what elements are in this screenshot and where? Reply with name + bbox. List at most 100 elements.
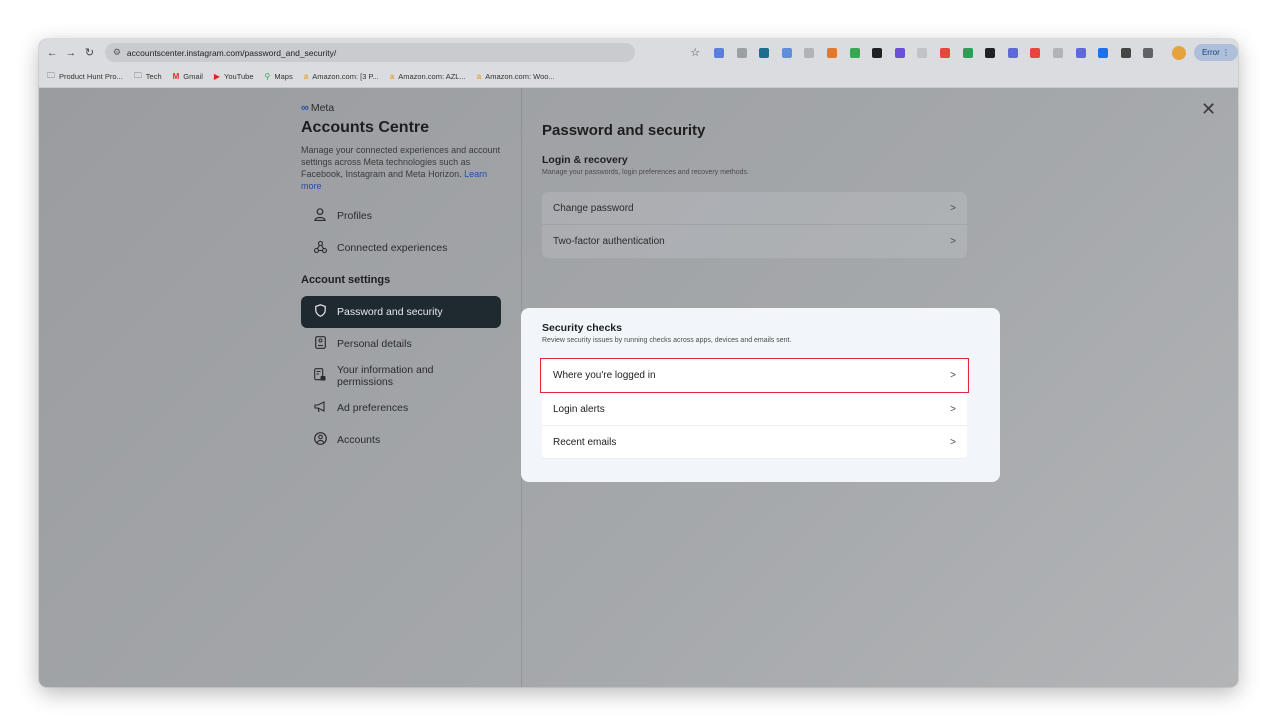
extension-icon[interactable] bbox=[1120, 47, 1131, 58]
extensions-row: ☆ Error ⋮ bbox=[690, 44, 1238, 61]
meta-logo: ∞ Meta bbox=[301, 102, 501, 114]
bookmark-label: YouTube bbox=[224, 72, 254, 81]
change-password-row[interactable]: Change password > bbox=[542, 192, 967, 225]
youtube-icon: ▶ bbox=[213, 72, 221, 81]
error-label: Error bbox=[1201, 48, 1220, 57]
account-circle-icon bbox=[313, 432, 327, 448]
login-recovery-section: Login & recovery Manage your passwords, … bbox=[542, 154, 749, 176]
id-card-icon bbox=[313, 336, 327, 352]
extension-icon[interactable] bbox=[940, 47, 951, 58]
row-label: Where you're logged in bbox=[553, 369, 656, 381]
extension-icon[interactable] bbox=[804, 47, 815, 58]
login-alerts-row[interactable]: Login alerts > bbox=[542, 393, 967, 426]
bookmark-item[interactable]: a Amazon.com: Woo... bbox=[477, 72, 555, 81]
sidebar-item-label: Accounts bbox=[337, 434, 381, 446]
security-checks-panel: Security checks Review security issues b… bbox=[521, 308, 1000, 482]
reload-icon[interactable]: ↻ bbox=[82, 45, 97, 61]
security-checks-card: Where you're logged in > Login alerts > … bbox=[540, 358, 969, 459]
sidebar-item-password-security[interactable]: Password and security bbox=[301, 296, 501, 328]
extension-icon[interactable] bbox=[1098, 47, 1109, 58]
amazon-icon: a bbox=[389, 72, 395, 81]
bookmark-item[interactable]: a Amazon.com: AZL... bbox=[390, 72, 466, 81]
extension-icon[interactable] bbox=[872, 47, 883, 58]
chevron-right-icon: > bbox=[950, 403, 956, 415]
extension-icon[interactable] bbox=[714, 47, 725, 58]
bookmark-label: Amazon.com: AZL... bbox=[398, 72, 466, 81]
where-logged-in-row[interactable]: Where you're logged in > bbox=[540, 358, 969, 393]
sidebar-item-ad-preferences[interactable]: Ad preferences bbox=[301, 392, 501, 424]
sidebar-description: Manage your connected experiences and ac… bbox=[301, 144, 501, 192]
sidebar-item-profiles[interactable]: Profiles bbox=[301, 200, 501, 232]
person-icon bbox=[313, 208, 327, 224]
extension-icon[interactable] bbox=[736, 47, 747, 58]
bookmark-item[interactable]: M Gmail bbox=[173, 72, 203, 81]
bookmark-item[interactable]: ⚲ Maps bbox=[265, 72, 293, 81]
section-page-title: Password and security bbox=[542, 122, 706, 139]
extension-icon[interactable] bbox=[827, 47, 838, 58]
extension-icon[interactable] bbox=[1030, 47, 1041, 58]
sidebar-item-accounts[interactable]: Accounts bbox=[301, 424, 501, 456]
row-label: Recent emails bbox=[553, 436, 617, 448]
bookmark-star-icon[interactable]: ☆ bbox=[690, 46, 700, 59]
sidebar-item-label: Your information and permissions bbox=[337, 364, 434, 388]
folder-icon: 🗀 bbox=[47, 70, 55, 80]
browser-window: ← → ↻ ⚙ accountscenter.instagram.com/pas… bbox=[39, 39, 1238, 687]
sidebar: ∞ Meta Accounts Centre Manage your conne… bbox=[301, 102, 501, 456]
extension-icon[interactable] bbox=[1075, 47, 1086, 58]
profile-avatar[interactable] bbox=[1171, 45, 1186, 60]
bookmark-label: Product Hunt Pro... bbox=[59, 72, 123, 81]
gmail-icon: M bbox=[172, 72, 180, 81]
extension-icon[interactable] bbox=[1143, 47, 1154, 58]
bookmark-item[interactable]: ▶ YouTube bbox=[214, 72, 254, 81]
extension-icon[interactable] bbox=[985, 47, 996, 58]
bookmark-label: Gmail bbox=[183, 72, 203, 81]
login-recovery-card: Change password > Two-factor authenticat… bbox=[542, 192, 967, 258]
extension-icon[interactable] bbox=[1007, 47, 1018, 58]
sidebar-item-your-information[interactable]: Your information and permissions bbox=[301, 360, 501, 392]
sidebar-nav: Profiles Connected experiences Account s… bbox=[301, 200, 501, 456]
sidebar-item-label: Personal details bbox=[337, 338, 412, 350]
account-settings-heading: Account settings bbox=[301, 274, 391, 286]
bookmark-label: Amazon.com: [3 P... bbox=[312, 72, 379, 81]
bookmark-item[interactable]: a Amazon.com: [3 P... bbox=[304, 72, 379, 81]
bookmark-label: Amazon.com: Woo... bbox=[485, 72, 555, 81]
sidebar-item-connected-experiences[interactable]: Connected experiences bbox=[301, 232, 501, 264]
close-icon[interactable]: ✕ bbox=[1201, 100, 1216, 118]
error-button[interactable]: Error ⋮ bbox=[1193, 44, 1238, 61]
extension-icon[interactable] bbox=[917, 47, 928, 58]
megaphone-icon bbox=[313, 400, 327, 416]
extension-icon[interactable] bbox=[759, 47, 770, 58]
chevron-right-icon: > bbox=[950, 236, 956, 247]
extension-icon[interactable] bbox=[1053, 47, 1063, 58]
login-recovery-title: Login & recovery bbox=[542, 154, 628, 166]
url-text: accountscenter.instagram.com/password_an… bbox=[126, 47, 337, 58]
page-title: Accounts Centre bbox=[301, 119, 430, 136]
chevron-right-icon: > bbox=[950, 436, 956, 448]
extension-icon[interactable] bbox=[849, 47, 860, 58]
address-bar[interactable]: ⚙ accountscenter.instagram.com/password_… bbox=[104, 43, 636, 62]
bookmark-item[interactable]: 🗀 Product Hunt Pro... bbox=[47, 70, 123, 84]
forward-icon[interactable]: → bbox=[64, 45, 79, 61]
accounts-centre-page: ✕ ∞ Meta Accounts Centre Manage your con… bbox=[39, 88, 1238, 687]
login-recovery-subtitle: Manage your passwords, login preferences… bbox=[542, 169, 749, 176]
extension-icon[interactable] bbox=[962, 47, 973, 58]
meta-infinity-icon: ∞ bbox=[301, 102, 309, 114]
recent-emails-row[interactable]: Recent emails > bbox=[542, 426, 967, 459]
sidebar-item-label: Connected experiences bbox=[337, 242, 448, 254]
back-icon[interactable]: ← bbox=[45, 45, 60, 61]
chevron-right-icon: > bbox=[950, 369, 956, 381]
folder-icon: 🗀 bbox=[133, 70, 142, 80]
sidebar-item-personal-details[interactable]: Personal details bbox=[301, 328, 501, 360]
extension-icon[interactable] bbox=[781, 47, 792, 58]
extension-icon[interactable] bbox=[894, 47, 905, 58]
row-label: Login alerts bbox=[553, 403, 605, 415]
amazon-icon: a bbox=[476, 72, 482, 81]
chevron-right-icon: > bbox=[950, 202, 956, 214]
bookmark-item[interactable]: 🗀 Tech bbox=[134, 70, 162, 84]
bookmark-label: Tech bbox=[145, 72, 162, 81]
bookmarks-bar: 🗀 Product Hunt Pro... 🗀 Tech M Gmail ▶ YouTu… bbox=[39, 66, 1238, 88]
sidebar-item-label: Password and security bbox=[337, 306, 443, 318]
row-label: Two-factor authentication bbox=[553, 236, 665, 247]
two-factor-row[interactable]: Two-factor authentication > bbox=[542, 225, 967, 258]
site-settings-icon[interactable]: ⚙ bbox=[113, 47, 121, 58]
